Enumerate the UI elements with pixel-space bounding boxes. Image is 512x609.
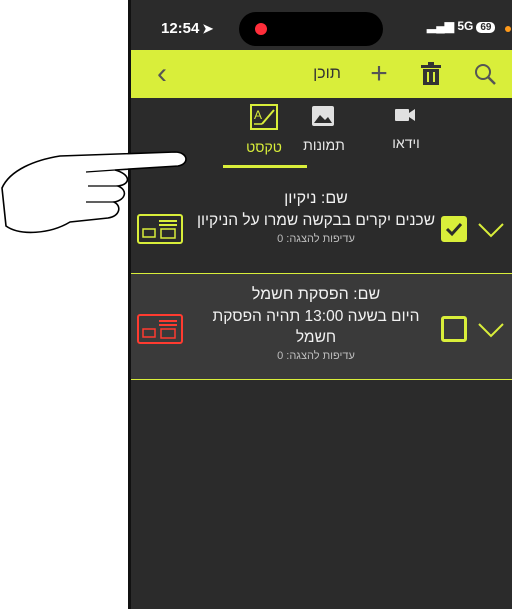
item-name: שם: ניקיון [284, 190, 348, 207]
text-message-thumbnail-icon [137, 314, 183, 344]
privacy-indicator-icon [505, 26, 511, 32]
item-body: היום בשעה 13:00 תהיה הפסקת חשמל [212, 308, 420, 346]
item-priority: עדיפות להצגה: 0 [277, 233, 355, 245]
item-checkbox[interactable] [441, 216, 467, 242]
svg-text:A: A [254, 108, 262, 122]
item-checkbox[interactable] [441, 316, 467, 342]
dynamic-island [239, 12, 383, 46]
time-label: 12:54 [161, 20, 200, 37]
tab-images[interactable]: תמונות [279, 104, 369, 153]
location-arrow-icon: ➤ [202, 21, 214, 36]
image-icon [312, 106, 334, 126]
network-label: 5G [457, 19, 474, 33]
item-text: שם: הפסקת חשמל היום בשעה 13:00 תהיה הפסק… [191, 284, 441, 362]
back-icon[interactable]: ‹ [147, 56, 177, 92]
phone-screen: 12:54 ➤ ▂▄▆ 5G 69 ‹ תוכן + A טקסט תמונות ו… [128, 0, 512, 609]
tab-video-label: וידאו [392, 135, 420, 151]
battery-icon: 69 [476, 22, 496, 33]
tab-images-label: תמונות [303, 137, 345, 153]
item-text: שם: ניקיון שכנים יקרים בבקשה שמרו על הני… [191, 188, 441, 245]
pointing-hand-icon [1, 151, 187, 234]
item-priority: עדיפות להצגה: 0 [277, 350, 355, 362]
list-item[interactable]: שם: הפסקת חשמל היום בשעה 13:00 תהיה הפסק… [131, 274, 512, 380]
item-name: שם: הפסקת חשמל [251, 286, 381, 303]
status-bar: 12:54 ➤ ▂▄▆ 5G 69 [131, 0, 512, 50]
video-icon [395, 109, 415, 121]
tab-video[interactable]: וידאו [361, 104, 451, 151]
page-title: תוכן [313, 65, 341, 82]
text-edit-icon: A [250, 104, 278, 130]
signal-status: ▂▄▆ 5G 69 [427, 19, 496, 33]
signal-bars-icon: ▂▄▆ [427, 19, 454, 33]
add-icon[interactable]: + [363, 56, 395, 92]
chevron-down-icon[interactable] [477, 320, 505, 340]
search-icon[interactable] [467, 56, 503, 92]
top-toolbar: ‹ תוכן + [131, 50, 512, 98]
delete-icon[interactable] [415, 56, 447, 92]
active-tab-indicator [223, 165, 307, 168]
recording-indicator-icon [255, 23, 267, 35]
item-body: שכנים יקרים בבקשה שמרו על הניקיון [196, 212, 436, 229]
status-time: 12:54 ➤ [161, 20, 213, 37]
chevron-down-icon[interactable] [477, 220, 505, 240]
